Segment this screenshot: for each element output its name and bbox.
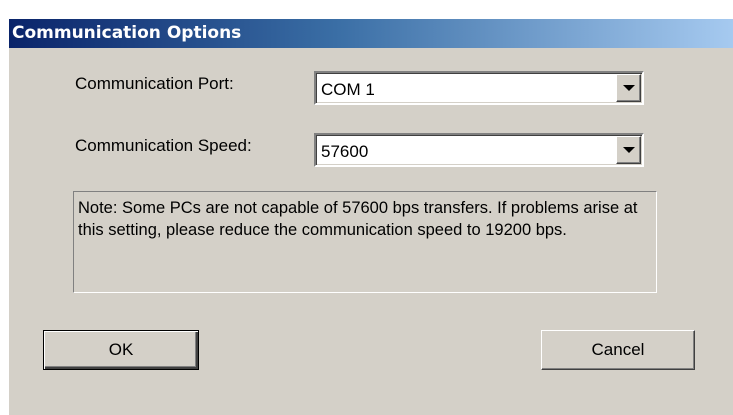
communication-speed-value: 57600 — [321, 142, 369, 161]
communication-speed-select[interactable]: 57600 — [314, 133, 644, 167]
communication-port-value: COM 1 — [321, 80, 375, 99]
communication-speed-dropdown-button[interactable] — [616, 136, 641, 164]
chevron-down-icon — [623, 85, 635, 91]
communication-port-dropdown-button[interactable] — [616, 74, 641, 102]
communication-options-dialog: Communication Options Communication Port… — [8, 18, 733, 415]
dialog-title: Communication Options — [12, 23, 242, 43]
communication-port-select[interactable]: COM 1 — [314, 71, 644, 105]
chevron-down-icon — [623, 147, 635, 153]
cancel-button[interactable]: Cancel — [541, 330, 695, 370]
communication-port-label: Communication Port: — [75, 74, 234, 93]
ok-button[interactable]: OK — [43, 330, 199, 370]
communication-speed-label: Communication Speed: — [75, 136, 252, 155]
speed-note-text: Note: Some PCs are not capable of 57600 … — [73, 191, 657, 293]
title-bar[interactable]: Communication Options — [9, 19, 733, 48]
